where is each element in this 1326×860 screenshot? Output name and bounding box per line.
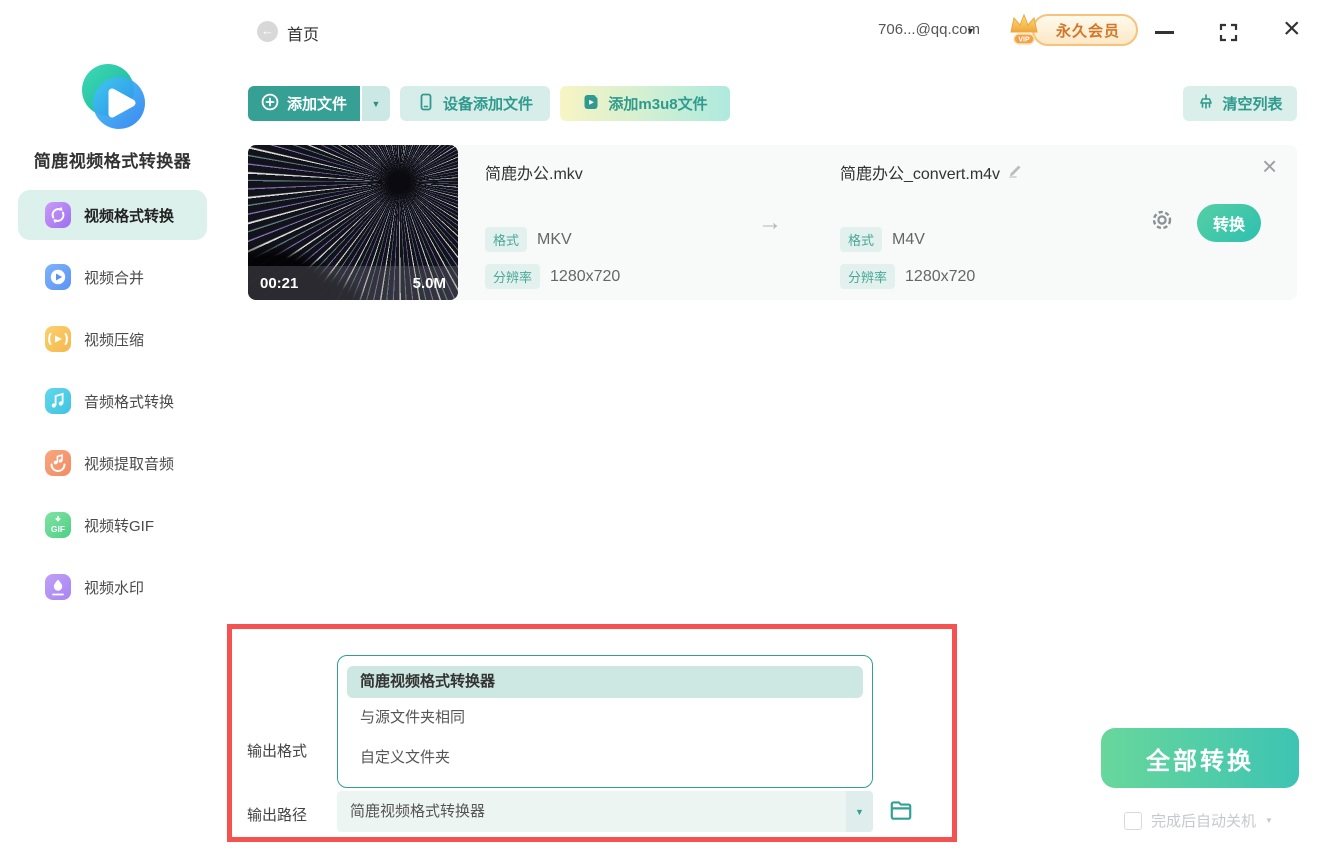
- file-row: 00:21 5.0M 简鹿办公.mkv 格式 MKV 分辨率 1280x720 …: [248, 145, 1297, 300]
- sidebar-item-label: 视频合并: [84, 269, 145, 287]
- app-title: 简鹿视频格式转换器: [33, 152, 192, 171]
- dropdown-option[interactable]: 自定义文件夹: [347, 738, 863, 778]
- remove-file-icon[interactable]: ×: [1262, 151, 1277, 182]
- video-thumbnail[interactable]: 00:21 5.0M: [248, 145, 458, 300]
- convert-arrow-icon: →: [758, 209, 782, 236]
- app-logo-icon: [73, 58, 153, 143]
- video-convert-icon: [45, 202, 71, 228]
- app-window: 简鹿视频格式转换器 视频格式转换 视频合并 视频压缩 音频格式转换 视频提取音频…: [0, 0, 1326, 860]
- vip-badge[interactable]: VIP 永久会员: [1004, 12, 1139, 48]
- vip-tag-text: VIP: [1018, 36, 1030, 43]
- sidebar-item-video-format-convert[interactable]: 视频格式转换: [18, 190, 207, 240]
- settings-gear-icon[interactable]: [1149, 207, 1175, 238]
- account-caret-icon[interactable]: ▼: [966, 26, 975, 36]
- phone-icon: [417, 93, 435, 115]
- add-m3u8-label: 添加m3u8文件: [608, 96, 708, 113]
- browse-folder-icon[interactable]: [888, 797, 914, 828]
- video-compress-icon: [45, 326, 71, 352]
- output-format-label: 输出格式: [247, 743, 308, 760]
- toolbar: 添加文件 ▼ 设备添加文件 添加m3u8文件: [248, 86, 730, 121]
- add-file-label: 添加文件: [286, 96, 347, 113]
- vip-pill: 永久会员: [1032, 14, 1139, 46]
- page-title: 首页: [287, 27, 320, 44]
- thumbnail-overlay: 00:21 5.0M: [248, 266, 458, 300]
- vip-crown-icon: VIP: [1004, 9, 1044, 52]
- target-file-name-row: 简鹿办公_convert.m4v: [840, 160, 1024, 184]
- path-caret-segment[interactable]: ▼: [846, 791, 873, 832]
- caret-down-icon: ▼: [371, 98, 381, 109]
- add-file-button[interactable]: 添加文件: [248, 86, 360, 121]
- m3u8-file-icon: [582, 93, 600, 115]
- sidebar-item-label: 视频水印: [84, 579, 145, 597]
- sidebar: 简鹿视频格式转换器 视频格式转换 视频合并 视频压缩 音频格式转换 视频提取音频…: [0, 0, 225, 860]
- device-add-file-label: 设备添加文件: [442, 96, 533, 113]
- target-file-name: 简鹿办公_convert.m4v: [840, 166, 1001, 183]
- output-path-dropdown: 简鹿视频格式转换器 与源文件夹相同 自定义文件夹: [337, 655, 873, 788]
- account-email[interactable]: 706...@qq.com: [830, 21, 980, 38]
- sidebar-item-video-merge[interactable]: 视频合并: [18, 252, 207, 302]
- video-merge-icon: [45, 264, 71, 290]
- format-badge: 格式: [840, 227, 883, 252]
- caret-down-icon[interactable]: ▼: [1265, 816, 1273, 825]
- back-arrow-icon: ←: [261, 23, 274, 38]
- add-m3u8-button[interactable]: 添加m3u8文件: [560, 86, 730, 121]
- video-size: 5.0M: [412, 274, 446, 292]
- source-resolution-value: 1280x720: [550, 267, 621, 285]
- edit-pencil-icon[interactable]: [1008, 162, 1024, 183]
- output-path-select[interactable]: 简鹿视频格式转换器 ▼: [337, 791, 873, 832]
- sidebar-item-video-extract-audio[interactable]: 视频提取音频: [18, 438, 207, 488]
- svg-text:GIF: GIF: [51, 524, 65, 534]
- resolution-badge: 分辨率: [485, 264, 541, 289]
- watermark-icon: [45, 574, 71, 600]
- dropdown-option-selected[interactable]: 简鹿视频格式转换器: [347, 666, 863, 698]
- source-format-row: 格式 MKV: [485, 227, 572, 252]
- target-format-value: M4V: [892, 230, 925, 248]
- output-path-label: 输出路径: [247, 807, 308, 824]
- add-file-dropdown-button[interactable]: ▼: [362, 86, 390, 121]
- target-resolution-value: 1280x720: [905, 267, 976, 285]
- audio-convert-icon: [45, 388, 71, 414]
- sidebar-item-audio-format-convert[interactable]: 音频格式转换: [18, 376, 207, 426]
- target-format-row: 格式 M4V: [840, 227, 925, 252]
- source-format-value: MKV: [537, 230, 572, 248]
- sidebar-item-label: 视频压缩: [84, 331, 145, 349]
- broom-icon: [1197, 93, 1215, 115]
- sidebar-menu: 视频格式转换 视频合并 视频压缩 音频格式转换 视频提取音频 GIF 视频转GI…: [0, 190, 225, 624]
- plus-icon: [261, 93, 279, 115]
- source-file-name: 简鹿办公.mkv: [485, 166, 583, 183]
- source-resolution-row: 分辨率 1280x720: [485, 264, 620, 289]
- resolution-badge: 分辨率: [840, 264, 896, 289]
- minimize-button[interactable]: [1155, 31, 1174, 34]
- sidebar-item-video-watermark[interactable]: 视频水印: [18, 562, 207, 612]
- sidebar-item-label: 视频提取音频: [84, 455, 175, 473]
- extract-audio-icon: [45, 450, 71, 476]
- back-button[interactable]: ←: [257, 21, 278, 42]
- clear-list-label: 清空列表: [1222, 96, 1283, 113]
- convert-button[interactable]: 转换: [1197, 204, 1261, 242]
- sidebar-item-video-compress[interactable]: 视频压缩: [18, 314, 207, 364]
- auto-shutdown-checkbox[interactable]: [1124, 811, 1142, 830]
- close-window-button[interactable]: ×: [1283, 14, 1301, 44]
- sidebar-item-label: 视频转GIF: [84, 517, 154, 535]
- caret-down-icon: ▼: [855, 806, 864, 817]
- convert-all-button[interactable]: 全部转换: [1101, 728, 1299, 788]
- target-resolution-row: 分辨率 1280x720: [840, 264, 975, 289]
- dropdown-option[interactable]: 与源文件夹相同: [347, 698, 863, 738]
- app-logo: 简鹿视频格式转换器: [0, 58, 225, 172]
- sidebar-item-label: 音频格式转换: [84, 393, 175, 411]
- gif-icon: GIF: [45, 512, 71, 538]
- sidebar-item-label: 视频格式转换: [84, 207, 175, 225]
- video-duration: 00:21: [260, 274, 299, 292]
- clear-list-button[interactable]: 清空列表: [1183, 86, 1297, 121]
- sidebar-item-video-to-gif[interactable]: GIF 视频转GIF: [18, 500, 207, 550]
- fullscreen-button[interactable]: [1219, 23, 1238, 42]
- auto-shutdown-row[interactable]: 完成后自动关机 ▼: [1124, 810, 1273, 831]
- auto-shutdown-label: 完成后自动关机: [1151, 813, 1257, 830]
- format-badge: 格式: [485, 227, 528, 252]
- device-add-file-button[interactable]: 设备添加文件: [400, 86, 550, 121]
- output-path-value: 简鹿视频格式转换器: [350, 803, 486, 820]
